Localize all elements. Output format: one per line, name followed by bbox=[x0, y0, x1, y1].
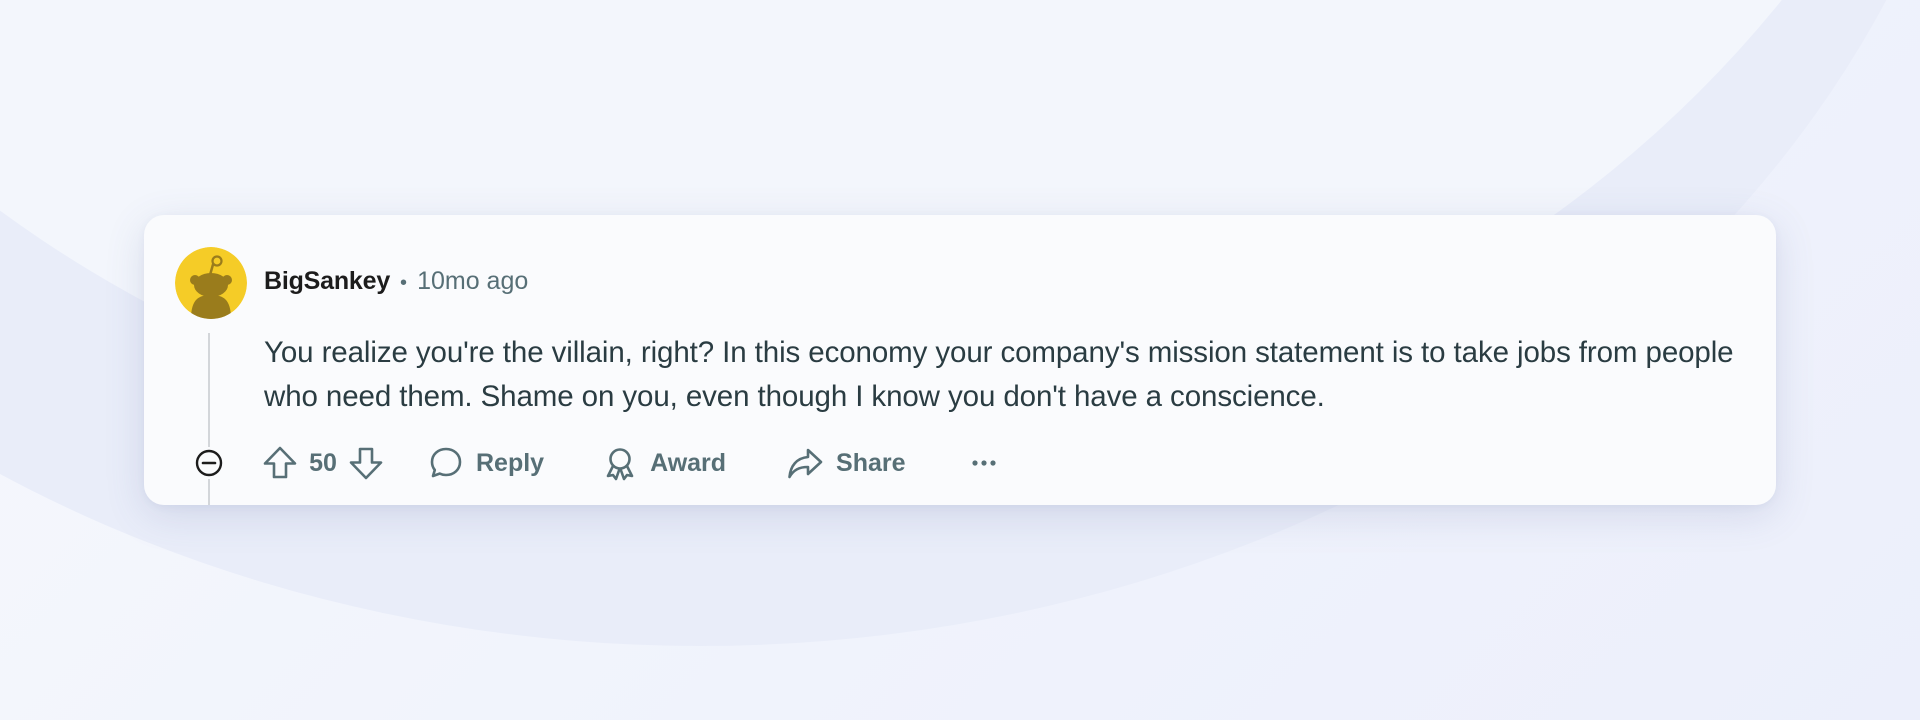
avatar[interactable] bbox=[175, 247, 247, 319]
arrow-down-icon bbox=[349, 447, 383, 480]
reply-button[interactable]: Reply bbox=[428, 441, 544, 485]
award-button[interactable]: Award bbox=[602, 441, 726, 485]
award-ribbon-icon bbox=[606, 448, 634, 481]
comment-card: BigSankey • 10mo ago You realize you're … bbox=[144, 215, 1776, 505]
snoo-avatar-icon bbox=[175, 247, 247, 319]
meta-separator: • bbox=[400, 272, 408, 294]
reply-label: Reply bbox=[476, 448, 545, 477]
share-label: Share bbox=[836, 448, 906, 477]
upvote-button[interactable] bbox=[258, 441, 302, 485]
vote-score: 50 bbox=[309, 448, 337, 477]
award-label: Award bbox=[650, 448, 727, 477]
username-link[interactable]: BigSankey bbox=[264, 267, 390, 296]
share-arrow-icon bbox=[788, 448, 823, 479]
more-options-button[interactable] bbox=[964, 441, 1004, 485]
share-button[interactable]: Share bbox=[786, 441, 906, 485]
arrow-up-icon bbox=[263, 446, 297, 479]
minus-circle-icon bbox=[195, 449, 223, 477]
timestamp[interactable]: 10mo ago bbox=[417, 267, 528, 296]
speech-bubble-icon bbox=[430, 447, 462, 478]
ellipsis-icon bbox=[971, 460, 996, 466]
comment-meta: BigSankey • 10mo ago bbox=[264, 267, 528, 296]
comment-action-bar: 50 Reply Award Share bbox=[258, 441, 1004, 485]
collapse-thread-button[interactable] bbox=[193, 447, 225, 479]
thread-line bbox=[208, 333, 210, 505]
downvote-button[interactable] bbox=[344, 441, 388, 485]
comment-text: You realize you're the villain, right? I… bbox=[264, 336, 1734, 413]
